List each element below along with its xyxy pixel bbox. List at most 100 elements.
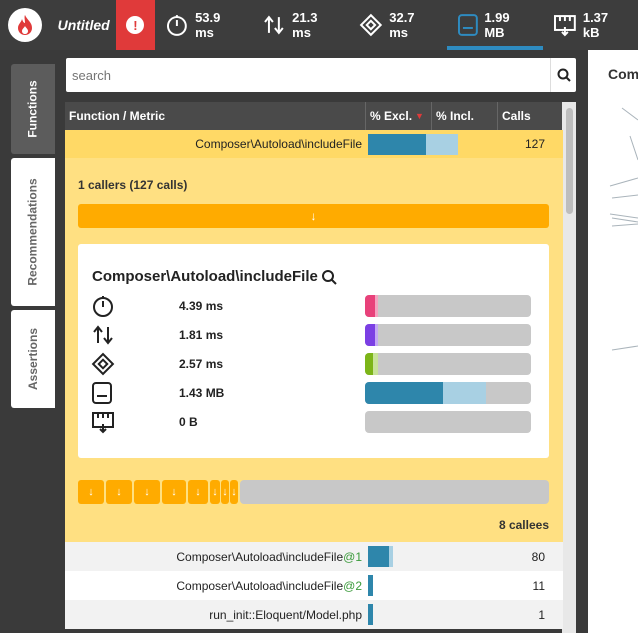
metric-bar — [365, 295, 531, 317]
scrollbar-thumb[interactable] — [566, 108, 573, 214]
metric-wall-time[interactable]: 53.9 ms — [155, 0, 252, 50]
excl-bar — [368, 604, 373, 625]
header-excl-label: % Excl. — [370, 109, 413, 123]
caller-button[interactable]: ↓ — [78, 204, 549, 228]
callee-button[interactable]: ↓ — [162, 480, 186, 504]
metric-bar — [365, 353, 531, 375]
logo[interactable] — [0, 0, 50, 50]
header-calls[interactable]: Calls — [498, 102, 563, 130]
excl-fill — [365, 295, 375, 317]
incl-fill — [374, 295, 379, 317]
scrollbar[interactable] — [562, 102, 576, 633]
callsite-index: @1 — [343, 549, 362, 564]
metric-row-cpu: 2.57 ms — [91, 352, 531, 376]
incl-bar — [426, 134, 458, 155]
function-card: Composer\Autoload\includeFile 4.39 ms 1.… — [78, 244, 549, 458]
network-icon — [554, 15, 576, 37]
top-bar: Untitled ! 53.9 ms 21.3 ms 32.7 ms 1.99 … — [0, 0, 638, 50]
metric-bar — [365, 411, 531, 433]
metric-value: 2.57 ms — [179, 357, 224, 371]
callee-button[interactable]: ↓ — [230, 480, 238, 504]
callees-summary: 8 callees — [498, 518, 549, 532]
calls-count: 127 — [524, 137, 545, 151]
memory-icon — [457, 14, 478, 36]
metric-value: 1.99 MB — [484, 10, 510, 40]
sort-desc-icon: ▼ — [415, 111, 424, 121]
calls-count: 80 — [531, 549, 545, 564]
profile-title[interactable]: Untitled — [50, 17, 110, 33]
search-icon[interactable] — [321, 269, 337, 285]
tab-assertions[interactable]: Assertions — [11, 310, 55, 408]
table-row[interactable]: Composer\Autoload\includeFile@1 80 — [65, 542, 563, 571]
metric-value: 53.9 ms — [195, 10, 221, 40]
excl-bar — [368, 546, 389, 567]
flame-icon — [7, 8, 42, 42]
callee-button[interactable]: ↓ — [188, 480, 208, 504]
metric-value: 4.39 ms — [179, 299, 224, 313]
metric-value: 21.3 ms — [292, 10, 318, 40]
table-row[interactable]: run_init::Eloquent/Model.php 1 — [65, 600, 563, 629]
excl-fill — [365, 353, 374, 375]
callee-button[interactable]: ↓ — [106, 480, 132, 504]
percent-bar — [366, 571, 499, 600]
callees-strip: ↓ ↓ ↓ ↓ ↓ ↓ ↓ ↓ — [78, 480, 549, 504]
excl-bar — [368, 575, 373, 596]
callee-button[interactable]: ↓ — [221, 480, 229, 504]
cpu-icon — [360, 13, 383, 37]
metric-io[interactable]: 21.3 ms — [252, 0, 349, 50]
function-title-text: Composer\Autoload\includeFile — [92, 268, 318, 285]
metric-row-memory: 1.43 MB — [91, 381, 531, 405]
function-name: Composer\Autoload\includeFile@1 — [65, 550, 366, 564]
callgraph-edges — [609, 107, 638, 351]
calls-count: 11 — [532, 578, 545, 593]
tab-label: Functions — [26, 80, 41, 138]
side-tabs: Functions Recommendations Assertions — [0, 50, 62, 633]
excl-fill — [365, 324, 375, 346]
function-title: Composer\Autoload\includeFile — [92, 268, 337, 285]
header-excl[interactable]: % Excl. ▼ — [366, 102, 432, 130]
alert-button[interactable]: ! — [115, 0, 156, 50]
header-incl[interactable]: % Incl. — [432, 102, 498, 130]
metric-value: 1.43 MB — [179, 386, 225, 400]
metric-memory[interactable]: 1.99 MB — [446, 0, 544, 50]
tab-label: Recommendations — [26, 178, 41, 286]
incl-fill — [374, 324, 379, 346]
callee-button[interactable]: ↓ — [78, 480, 104, 504]
search-input[interactable] — [66, 58, 550, 92]
search-box — [66, 58, 576, 92]
callee-button[interactable]: ↓ — [210, 480, 220, 504]
functions-panel: Function / Metric % Excl. ▼ % Incl. Call… — [62, 50, 588, 633]
percent-bar — [366, 542, 499, 571]
metric-value: 1.81 ms — [179, 328, 224, 342]
function-name-text: run_init::Eloquent/Model.php — [209, 607, 362, 622]
metric-cpu[interactable]: 32.7 ms — [349, 0, 446, 50]
clock-icon — [167, 15, 188, 36]
metric-value: 32.7 ms — [389, 10, 415, 40]
metric-network[interactable]: 1.37 kB — [543, 0, 638, 50]
search-button[interactable] — [550, 58, 576, 92]
selected-function-row[interactable]: Composer\Autoload\includeFile 127 — [65, 130, 563, 158]
callees-remainder-bar — [240, 480, 549, 504]
function-name-text: Composer\Autoload\includeFile — [176, 549, 344, 564]
metric-row-io: 1.81 ms — [91, 323, 531, 347]
metric-value: 0 B — [179, 415, 198, 429]
callsite-index: @2 — [343, 578, 362, 593]
excl-bar — [368, 134, 426, 155]
metric-bar — [365, 382, 531, 404]
function-name: Composer\Autoload\includeFile — [195, 137, 362, 151]
percent-bar — [366, 600, 499, 629]
clock-icon — [93, 296, 113, 317]
table-header: Function / Metric % Excl. ▼ % Incl. Call… — [65, 102, 563, 130]
function-name: Composer\Autoload\includeFile@2 — [65, 579, 366, 593]
tab-functions[interactable]: Functions — [11, 64, 55, 154]
incl-fill — [373, 353, 379, 375]
header-function[interactable]: Function / Metric — [65, 102, 366, 130]
io-arrows-icon — [93, 325, 113, 345]
function-detail: 1 callers (127 calls) ↓ Composer\Autoloa… — [65, 158, 563, 542]
callee-button[interactable]: ↓ — [134, 480, 160, 504]
tab-recommendations[interactable]: Recommendations — [11, 158, 55, 306]
callers-summary: 1 callers (127 calls) — [78, 178, 188, 192]
incl-bar — [389, 546, 393, 567]
metric-bar — [365, 324, 531, 346]
table-row[interactable]: Composer\Autoload\includeFile@2 11 — [65, 571, 563, 600]
